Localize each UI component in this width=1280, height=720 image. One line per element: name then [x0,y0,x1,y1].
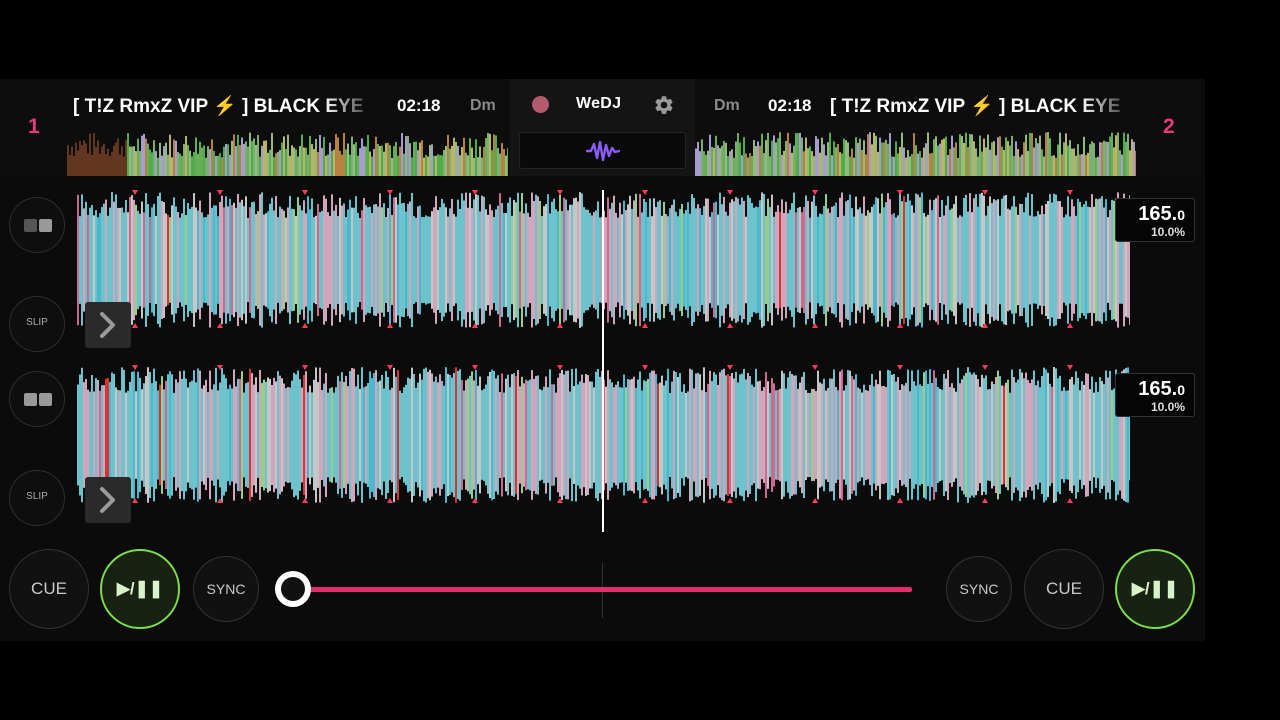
deck-2-bpm-display[interactable]: 165.0 10.0% [1115,373,1195,417]
playhead [602,190,604,532]
deck-2-cue-button[interactable]: CUE [1024,549,1104,629]
deck-2-bpm-decimal: 0 [1177,382,1185,398]
deck-2-play-pause-button[interactable]: ▶/❚❚ [1115,549,1195,629]
deck-2-expand-button[interactable] [85,477,131,523]
gear-icon[interactable] [653,94,675,116]
crossfader-knob[interactable] [275,571,311,607]
deck-2-key: Dm [714,97,740,114]
deck-2-bpm: 165. [1138,378,1178,400]
deck-1-pitch: 10.0% [1150,225,1185,239]
deck-1-view-button[interactable] [9,197,65,253]
deck-1-play-pause-button[interactable]: ▶/❚❚ [100,549,180,629]
deck-1-bpm: 165. [1138,203,1178,225]
deck-2-time: 02:18 [768,96,812,115]
deck-2-sync-button[interactable]: SYNC [946,556,1012,622]
deck-1-overview-waveform[interactable] [67,131,508,176]
chevron-right-icon [100,487,115,513]
overview-bars [67,132,508,176]
deck-2-view-button[interactable] [9,371,65,427]
record-button[interactable] [532,96,549,113]
deck-2-pitch: 10.0% [1150,400,1185,414]
deck-1-sync-button[interactable]: SYNC [193,556,259,622]
deck-1-key: Dm [470,97,496,114]
deck-2-slip-button[interactable]: SLIP [9,470,65,526]
deck-1-number: 1 [28,115,40,138]
deck-1-bpm-display[interactable]: 165.0 10.0% [1115,198,1195,242]
deck-1-bpm-decimal: 0 [1177,207,1185,223]
dj-app: 1 [ T!Z RmxZ VIP ⚡ ] BLACK EYE 02:18 Dm … [0,79,1205,641]
deck-2-track-title[interactable]: [ T!Z RmxZ VIP ⚡ ] BLACK EYE [830,94,1136,118]
deck-1-slip-label: SLIP [26,317,48,328]
deck-1-slip-button[interactable]: SLIP [9,296,65,352]
deck-2-slip-label: SLIP [26,491,48,502]
waveform-view-button[interactable] [519,132,686,169]
crossfader-track[interactable] [293,587,912,592]
center-panel: WeDJ [510,79,695,176]
deck-1-header: 1 [ T!Z RmxZ VIP ⚡ ] BLACK EYE 02:18 Dm [0,79,510,176]
deck-1-expand-button[interactable] [85,302,131,348]
deck-2-overview-waveform[interactable] [695,131,1136,176]
deck-1-cue-button[interactable]: CUE [9,549,89,629]
deck-2-number: 2 [1163,115,1175,138]
deck-view-icon [24,393,52,406]
app-logo: WeDJ [576,95,622,112]
deck-1-time: 02:18 [397,96,441,115]
deck-1-track-title[interactable]: [ T!Z RmxZ VIP ⚡ ] BLACK EYE [73,94,379,118]
deck-2-header: Dm 02:18 [ T!Z RmxZ VIP ⚡ ] BLACK EYE 2 [695,79,1205,176]
waveform-icon [586,140,620,162]
overview-bars [695,132,1136,176]
chevron-right-icon [100,312,115,338]
deck-view-icon [24,219,52,232]
